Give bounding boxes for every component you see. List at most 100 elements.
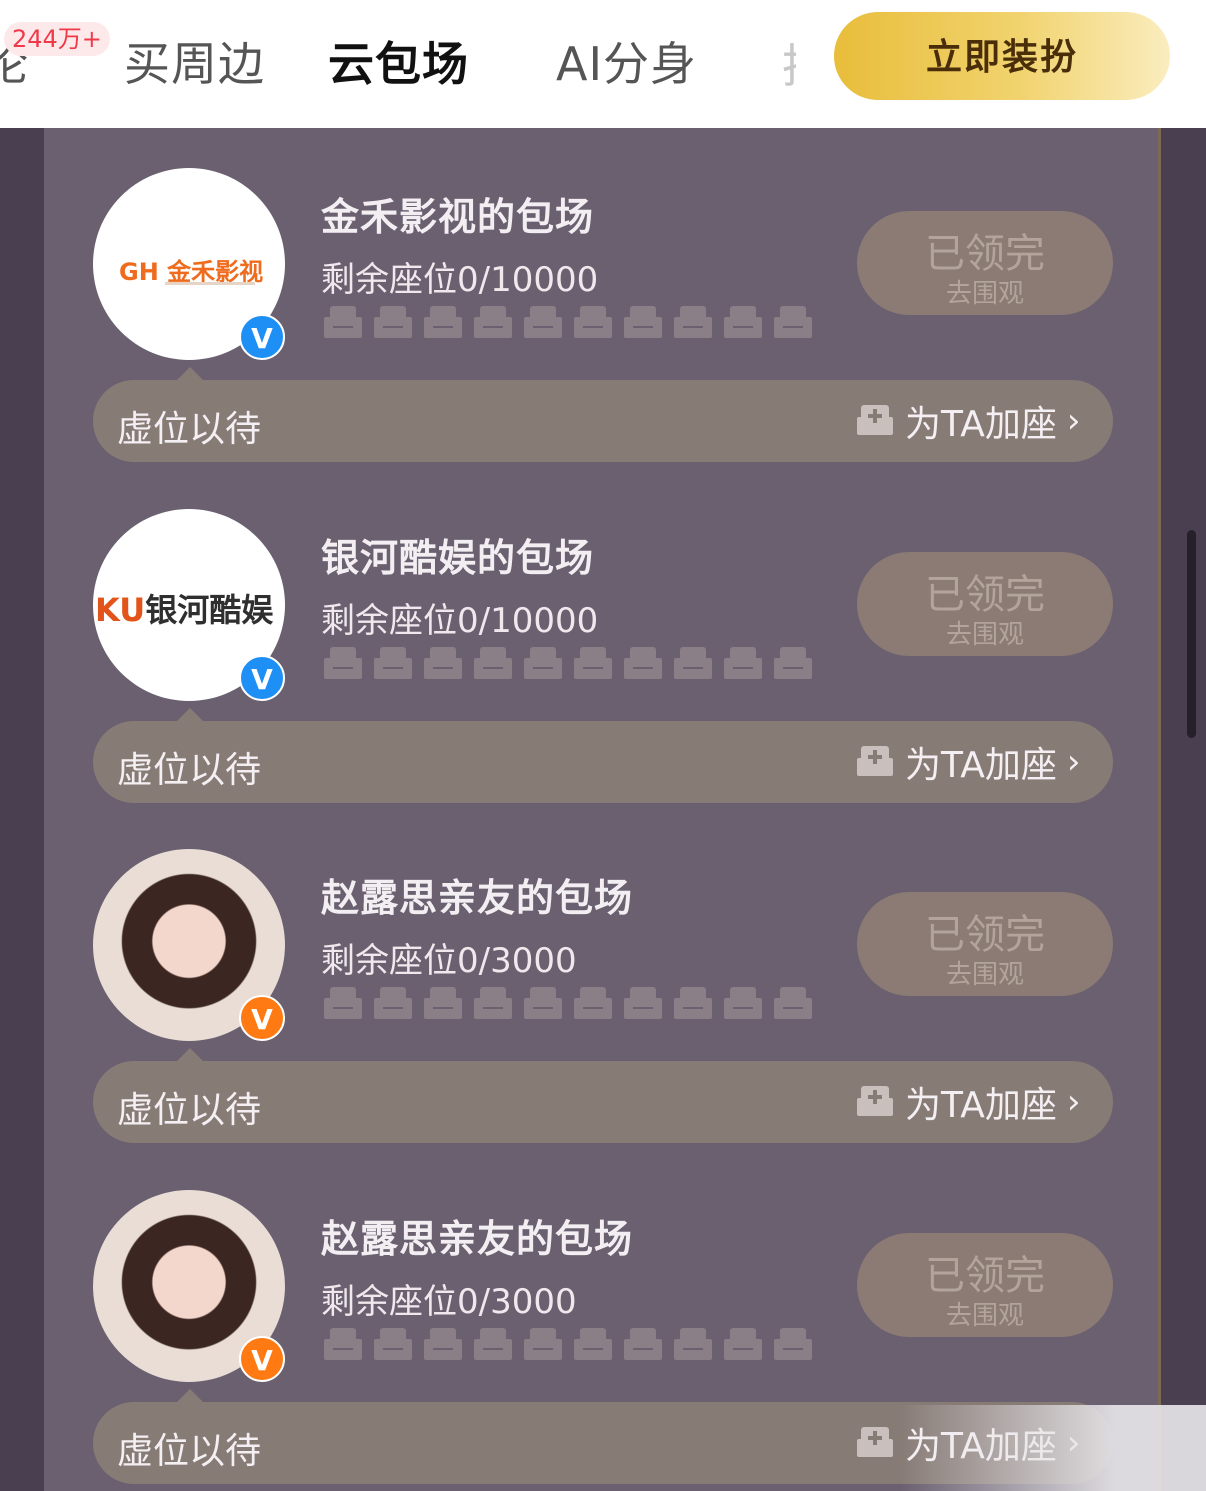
sofa-icon [424,987,462,1019]
tab-ai-avatar[interactable]: AI分身 [556,28,697,94]
verified-v-icon: V [239,995,285,1041]
sofa-icon [474,987,512,1019]
screening-card[interactable]: GH 金禾影视 V 金禾影视的包场 剩余座位0/10000 已领完 去围观 虚位… [44,128,1158,462]
status-label: 已领完 [925,232,1045,276]
screening-title: 赵露思亲友的包场 [321,1217,634,1261]
sofa-plus-icon [857,746,893,776]
screening-card[interactable]: V 赵露思亲友的包场 剩余座位0/3000 已领完 去围观 虚位以待 为TA加座… [44,809,1158,1143]
add-seat-link[interactable]: 为TA加座 › [855,398,1081,445]
status-label: 已领完 [925,1254,1045,1298]
sofa-icon [324,647,362,679]
scrollbar-thumb[interactable] [1187,530,1196,738]
add-seat-label: 为TA加座 [905,1085,1057,1126]
sofa-icon [474,647,512,679]
chevron-right-icon: › [1066,742,1081,782]
sofa-icon [674,1328,712,1360]
sofa-icon [624,987,662,1019]
sofa-icon [424,647,462,679]
claimed-status-button[interactable]: 已领完 去围观 [857,552,1113,656]
verified-v-icon: V [239,314,285,360]
waiting-label: 虚位以待 [117,1090,262,1131]
verified-v-icon: V [239,655,285,701]
claimed-status-button[interactable]: 已领完 去围观 [857,892,1113,996]
jinhe-logo: GH 金禾影视 [119,258,264,286]
seat-row [323,304,813,340]
panel-border [1158,128,1161,1491]
sofa-icon [574,987,612,1019]
sofa-icon [524,306,562,338]
seat-wait-bar[interactable]: 虚位以待 为TA加座 › [93,1061,1113,1143]
tab-count-badge: 244万+ [4,22,110,56]
remaining-seats: 剩余座位0/3000 [321,1282,577,1322]
sofa-icon [324,306,362,338]
bar-pointer [176,1389,204,1403]
sofa-icon [424,1328,462,1360]
sofa-icon [774,647,812,679]
chevron-right-icon: › [1066,1082,1081,1122]
sofa-icon [374,1328,412,1360]
seat-wait-bar[interactable]: 虚位以待 为TA加座 › [93,721,1113,803]
watch-label: 去围观 [945,959,1024,989]
sofa-icon [424,306,462,338]
remaining-seats: 剩余座位0/10000 [321,260,599,300]
sofa-icon [374,306,412,338]
claimed-status-button[interactable]: 已领完 去围观 [857,1233,1113,1337]
chevron-right-icon: › [1066,401,1081,441]
sofa-icon [524,1328,562,1360]
add-seat-label: 为TA加座 [905,404,1057,445]
sofa-icon [724,306,762,338]
status-label: 已领完 [925,913,1045,957]
sofa-icon [674,306,712,338]
sofa-icon [724,647,762,679]
sofa-icon [574,647,612,679]
add-seat-link[interactable]: 为TA加座 › [855,1079,1081,1126]
waiting-label: 虚位以待 [117,750,262,791]
status-label: 已领完 [925,573,1045,617]
sofa-icon [474,1328,512,1360]
page-background [0,128,44,1491]
sofa-icon [774,306,812,338]
yinhe-kuyu-logo: KU银河酷娱 [95,591,274,629]
top-tab-bar: 论 244万+ 买周边 云包场 AI分身 拍 立即装扮 [0,0,1206,128]
sofa-icon [624,306,662,338]
sofa-icon [524,987,562,1019]
sofa-icon [724,987,762,1019]
sofa-icon [574,1328,612,1360]
verified-v-icon: V [239,1336,285,1382]
sofa-icon [474,306,512,338]
remaining-seats: 剩余座位0/10000 [321,601,599,641]
sofa-icon [374,987,412,1019]
dress-up-now-button[interactable]: 立即装扮 [834,12,1170,100]
sofa-plus-icon [857,405,893,435]
watch-label: 去围观 [945,278,1024,308]
tab-cloud-screening[interactable]: 云包场 [328,28,469,94]
screening-title: 赵露思亲友的包场 [321,876,634,920]
sofa-icon [674,987,712,1019]
waiting-label: 虚位以待 [117,1431,262,1472]
screening-card[interactable]: KU银河酷娱 V 银河酷娱的包场 剩余座位0/10000 已领完 去围观 虚位以… [44,469,1158,803]
sofa-icon [324,987,362,1019]
tab-buy-merch[interactable]: 买周边 [124,28,265,94]
sofa-icon [774,1328,812,1360]
sofa-icon [674,647,712,679]
sofa-plus-icon [857,1086,893,1116]
watch-label: 去围观 [945,1300,1024,1330]
claimed-status-button[interactable]: 已领完 去围观 [857,211,1113,315]
bar-pointer [176,367,204,381]
sofa-icon [324,1328,362,1360]
sofa-icon [524,647,562,679]
waiting-label: 虚位以待 [117,409,262,450]
bottom-right-fade [900,1405,1206,1491]
sofa-icon [624,647,662,679]
sofa-plus-icon [857,1427,893,1457]
screening-title: 银河酷娱的包场 [321,536,595,580]
add-seat-link[interactable]: 为TA加座 › [855,739,1081,786]
bar-pointer [176,708,204,722]
remaining-seats: 剩余座位0/3000 [321,941,577,981]
sofa-icon [724,1328,762,1360]
seat-row [323,645,813,681]
seat-row [323,985,813,1021]
tab-partial-right[interactable]: 拍 [782,30,796,96]
add-seat-label: 为TA加座 [905,745,1057,786]
seat-wait-bar[interactable]: 虚位以待 为TA加座 › [93,380,1113,462]
